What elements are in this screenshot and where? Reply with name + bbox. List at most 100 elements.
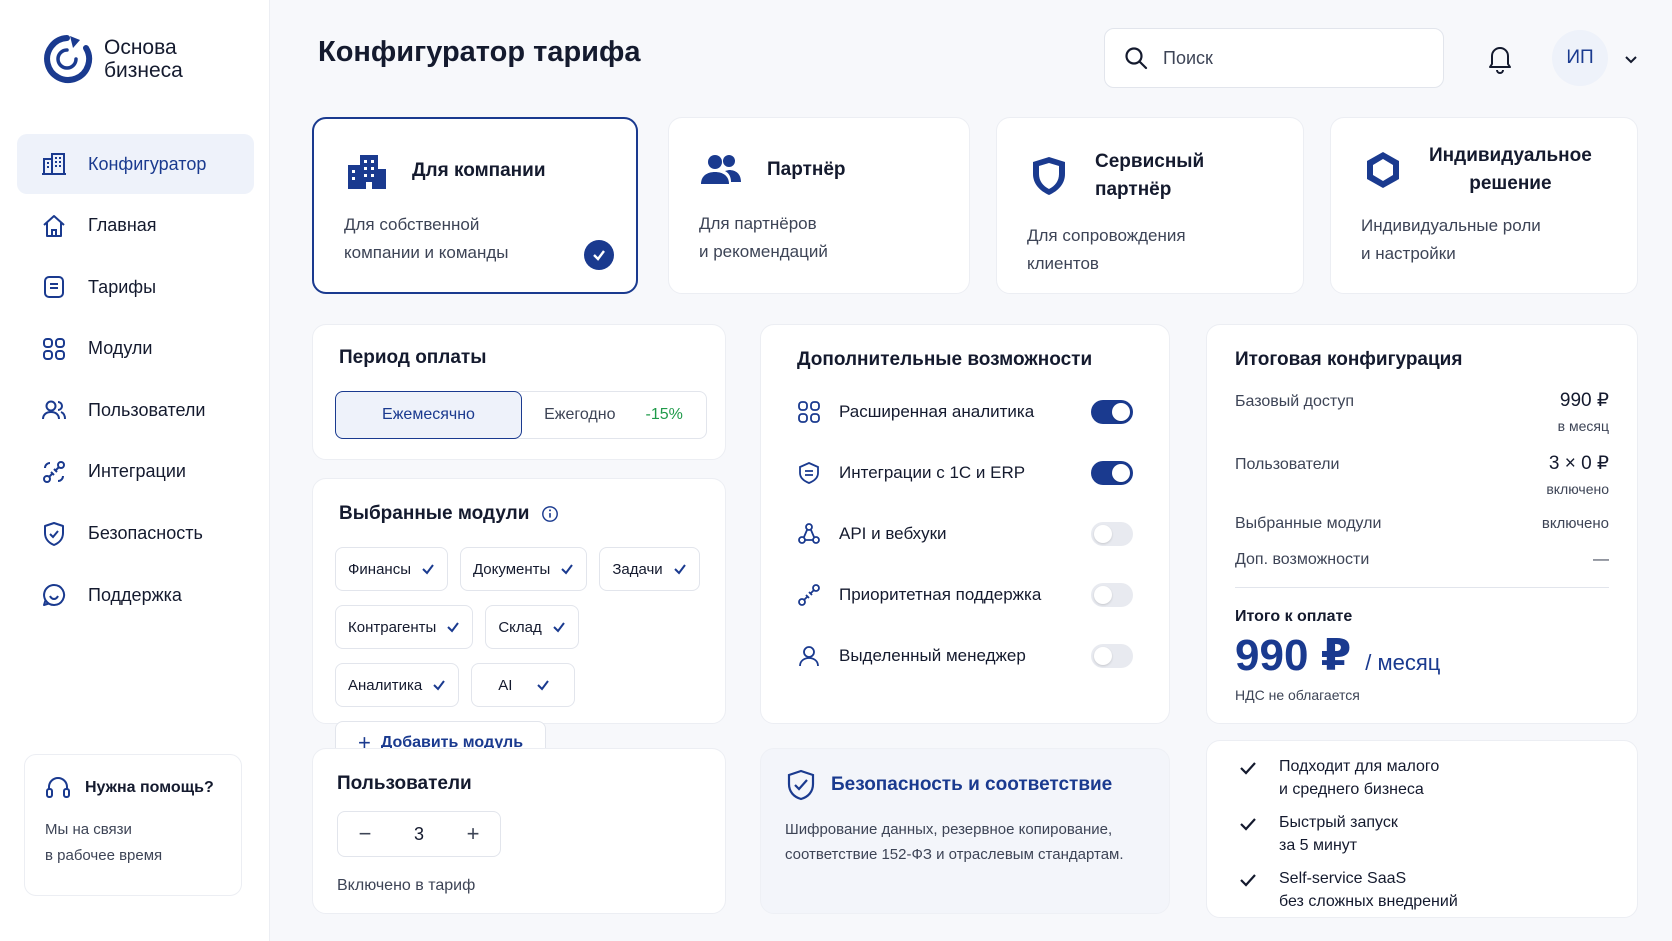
check-icon (1240, 762, 1256, 775)
users-icon (41, 397, 67, 423)
sidebar-item-integrations[interactable]: Интеграции (17, 442, 254, 502)
users-count[interactable]: 3 (392, 824, 446, 845)
users-stepper: − 3 + (337, 811, 501, 857)
tariff-icon (41, 274, 67, 300)
help-card[interactable]: Нужна помощь? Мы на связи в рабочее врем… (24, 754, 242, 896)
benefit-line: Быстрый запуск (1279, 814, 1398, 831)
features-title: Дополнительные возможности (797, 349, 1093, 370)
search-input[interactable] (1163, 47, 1413, 69)
security-desc-line: соответствие 152-ФЗ и отраслевым стандар… (785, 846, 1124, 863)
modules-card: Выбранные модули Финансы Документы Задач… (312, 478, 726, 765)
feature-label: Интеграции с 1С и ERP (839, 462, 1026, 482)
feature-toggle[interactable] (1091, 521, 1133, 546)
sidebar: Основа бизнеса Конфигуратор Главная Тари… (0, 0, 270, 941)
benefit-item: Self-service SaaS без сложных внедрений (1239, 867, 1605, 913)
shield-icon (1033, 157, 1065, 195)
plan-desc-line: Для собственной (344, 215, 480, 234)
discount-badge: -15% (645, 406, 683, 423)
plan-card-company[interactable]: Для компании Для собственной компании и … (312, 117, 638, 294)
module-chip[interactable]: Склад (485, 605, 579, 649)
sidebar-item-tariffs[interactable]: Тарифы (17, 257, 254, 317)
feature-row: Расширенная аналитика (797, 381, 1133, 442)
plan-name: Сервисный партнёр (1095, 151, 1205, 200)
base-price: 990 ₽ (1559, 390, 1609, 411)
period-card: Период оплаты Ежемесячно Ежегодно -15% (312, 324, 726, 460)
vat-note: НДС не облагается (1235, 687, 1360, 703)
modules-title-text: Выбранные модули (339, 503, 530, 524)
plan-desc: Для собственной компании и команды (344, 211, 606, 267)
summary-row-modules: Выбранные модули включено (1235, 515, 1609, 533)
feature-toggle[interactable] (1091, 399, 1133, 424)
search-box[interactable] (1104, 28, 1444, 88)
summary-label: Выбранные модули (1235, 515, 1382, 532)
feature-toggle[interactable] (1091, 460, 1133, 485)
module-chip[interactable]: Финансы (335, 547, 448, 591)
chip-label: Склад (498, 618, 542, 636)
benefits-card: Подходит для малого и среднего бизнеса Бы… (1206, 740, 1638, 918)
check-icon (433, 680, 446, 691)
avatar[interactable]: ИП (1552, 30, 1608, 86)
plan-card-partner[interactable]: Партнёр Для партнёров и рекомендаций (668, 117, 970, 294)
selected-check-icon (584, 240, 614, 270)
brand-logo[interactable]: Основа бизнеса (40, 32, 183, 86)
check-icon (553, 622, 565, 633)
module-chip[interactable]: Контрагенты (335, 605, 474, 649)
plan-desc-line: Для партнёров (699, 214, 817, 233)
feature-label: Выделенный менеджер (839, 645, 1026, 665)
chevron-down-icon[interactable] (1622, 50, 1640, 68)
period-monthly[interactable]: Ежемесячно (335, 391, 522, 439)
toggle-knob (1094, 585, 1112, 604)
sidebar-item-label: Тарифы (88, 276, 157, 297)
period-yearly[interactable]: Ежегодно -15% (521, 392, 706, 438)
help-title: Нужна помощь? (45, 775, 221, 801)
summary-row-extras: Доп. возможности — (1235, 551, 1609, 588)
plan-name: Для компании (412, 160, 546, 181)
sidebar-item-users[interactable]: Пользователи (17, 380, 254, 440)
total-price-row: 990 ₽ / месяц (1235, 630, 1609, 681)
sidebar-item-support[interactable]: Поддержка (17, 565, 254, 625)
period-title: Период оплаты (339, 347, 487, 368)
sidebar-item-security[interactable]: Безопасность (17, 504, 254, 564)
period-yearly-label: Ежегодно (544, 406, 616, 423)
security-desc-line: Шифрование данных, резервное копирование… (785, 821, 1113, 838)
feature-row: Приоритетная поддержка (797, 564, 1133, 625)
increment-button[interactable]: + (446, 821, 500, 847)
modules-icon (41, 336, 67, 362)
plan-card-service-partner[interactable]: Сервисный партнёр Для сопровождения клие… (996, 117, 1304, 294)
sidebar-item-modules[interactable]: Модули (17, 319, 254, 379)
module-chips: Финансы Документы Задачи Контрагенты Скл… (335, 547, 715, 765)
toggle-knob (1094, 524, 1112, 543)
summary-value: включено (1541, 515, 1609, 532)
search-icon (1125, 47, 1148, 70)
hexagon-icon (1367, 152, 1399, 188)
features-card: Дополнительные возможности Расширенная а… (760, 324, 1170, 724)
decrement-button[interactable]: − (338, 821, 392, 847)
info-icon[interactable] (541, 505, 559, 523)
help-text: Мы на связи в рабочее время (45, 817, 221, 869)
module-chip[interactable]: Документы (459, 547, 588, 591)
feature-toggle[interactable] (1091, 643, 1133, 668)
feature-label: Расширенная аналитика (839, 401, 1035, 421)
sidebar-item-configurator[interactable]: Конфигуратор (17, 134, 254, 194)
plan-name-line: решение (1469, 173, 1552, 194)
check-icon (1240, 818, 1256, 831)
total-label: Итого к оплате (1235, 608, 1353, 625)
chip-label: Задачи (612, 560, 663, 578)
plan-desc: Для партнёров и рекомендаций (699, 210, 939, 266)
feature-toggle[interactable] (1091, 582, 1133, 607)
benefit-line: и среднего бизнеса (1279, 781, 1424, 798)
summary-label: Пользователи (1235, 456, 1340, 473)
brand-line-1: Основа (104, 36, 177, 59)
headset-icon (46, 777, 70, 798)
module-chip[interactable]: AI (471, 663, 576, 707)
plan-desc-line: и рекомендаций (699, 242, 828, 261)
plan-desc-line: Для сопровождения (1027, 226, 1186, 245)
security-title: Безопасность и соответствие (785, 769, 1145, 801)
module-chip[interactable]: Задачи (599, 547, 700, 591)
bell-icon[interactable] (1484, 42, 1516, 74)
benefit-item: Подходит для малого и среднего бизнеса (1239, 755, 1605, 801)
module-chip[interactable]: Аналитика (335, 663, 460, 707)
sidebar-item-home[interactable]: Главная (17, 196, 254, 256)
home-icon (41, 213, 67, 239)
plan-card-custom[interactable]: Индивидуальное решение Индивидуальные ро… (1330, 117, 1638, 294)
